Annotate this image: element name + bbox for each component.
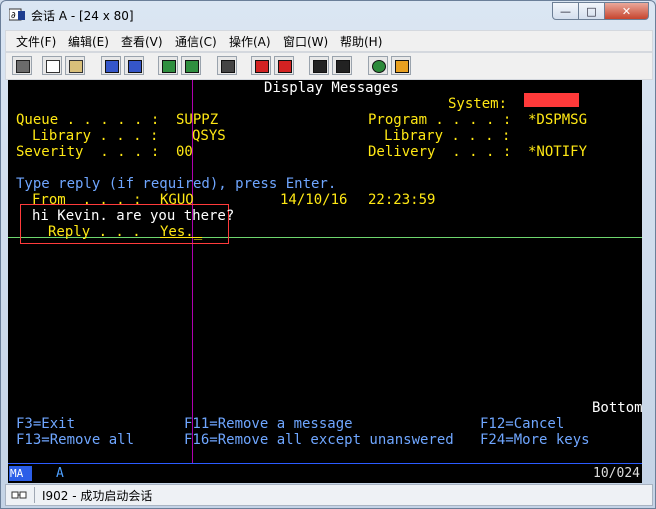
globe-help-icon[interactable] xyxy=(368,56,388,75)
menu-window[interactable]: 窗口(W) xyxy=(283,33,328,50)
menu-view[interactable]: 查看(V) xyxy=(121,33,163,50)
edit-pencil-icon[interactable] xyxy=(391,56,411,75)
menu-actions[interactable]: 操作(A) xyxy=(229,33,271,50)
f12-key[interactable]: F12=Cancel xyxy=(480,416,564,432)
severity-label: Severity . . . : xyxy=(16,144,160,160)
display-keypad-icon[interactable] xyxy=(158,56,178,75)
menu-file[interactable]: 文件(F) xyxy=(16,33,56,50)
queue-value: SUPPZ xyxy=(176,112,219,128)
print-screen-icon[interactable] xyxy=(12,56,32,75)
reply-input[interactable]: Yes._ xyxy=(160,224,202,240)
session-connected-icon xyxy=(11,491,27,499)
toolbar xyxy=(5,52,653,80)
emulator-app-icon: ∂ xyxy=(9,8,25,21)
program-value: *DSPMSG xyxy=(528,112,588,128)
receive-file-icon[interactable] xyxy=(124,56,144,75)
quick-macro-icon[interactable] xyxy=(217,56,237,75)
close-button[interactable]: ✕ xyxy=(605,2,649,20)
menu-edit[interactable]: 编辑(E) xyxy=(68,33,109,50)
status-separator xyxy=(34,487,35,503)
status-bar: I902 - 成功启动会话 xyxy=(5,484,653,506)
macro-keypad-icon[interactable] xyxy=(181,56,201,75)
severity-value: 00 xyxy=(176,144,193,160)
bottom-indicator: Bottom xyxy=(592,400,642,416)
queue-label: Queue . . . . . : xyxy=(16,112,160,128)
from-label: From . . . : xyxy=(32,192,142,208)
screen-title: Display Messages xyxy=(264,80,399,96)
menu-help[interactable]: 帮助(H) xyxy=(340,33,382,50)
cursor-position: 10/024 xyxy=(593,466,640,481)
f11-key[interactable]: F11=Remove a message xyxy=(184,416,353,432)
library-label: Library . . . : xyxy=(32,128,159,144)
window-title: 会话 A - [24 x 80] xyxy=(31,9,134,23)
paste-icon[interactable] xyxy=(65,56,85,75)
oia-mode: MA xyxy=(9,466,32,481)
f24-key[interactable]: F24=More keys xyxy=(480,432,590,448)
reply-instructions: Type reply (if required), press Enter. xyxy=(16,176,337,192)
window-controls: — □ ✕ xyxy=(552,2,649,21)
f3-key[interactable]: F3=Exit xyxy=(16,416,75,432)
record-macro-icon[interactable] xyxy=(251,56,271,75)
stop-macro-icon[interactable] xyxy=(274,56,294,75)
menu-communication[interactable]: 通信(C) xyxy=(175,33,217,50)
menu-bar: 文件(F) 编辑(E) 查看(V) 通信(C) 操作(A) 窗口(W) 帮助(H… xyxy=(5,30,653,52)
message-text: hi Kevin. are you there? xyxy=(32,208,235,224)
delivery-label: Delivery . . . : xyxy=(368,144,512,160)
operator-info-area: MA A 10/024 xyxy=(8,463,642,483)
delivery-value: *NOTIFY xyxy=(528,144,588,160)
program-library-label: Library . . . : xyxy=(384,128,511,144)
copy-icon[interactable] xyxy=(42,56,62,75)
title-bar[interactable]: ∂ 会话 A - [24 x 80] — □ ✕ xyxy=(1,1,655,29)
status-message: I902 - 成功启动会话 xyxy=(42,489,153,503)
f16-key[interactable]: F16=Remove all except unanswered xyxy=(184,432,454,448)
message-time: 22:23:59 xyxy=(368,192,436,208)
system-label: System: xyxy=(448,96,508,112)
message-date: 14/10/16 xyxy=(280,192,348,208)
svg-text:∂: ∂ xyxy=(11,11,16,21)
program-label: Program . . . . : xyxy=(368,112,512,128)
from-value: KGUO xyxy=(160,192,194,208)
maximize-button[interactable]: □ xyxy=(579,2,605,20)
pause-macro-icon[interactable] xyxy=(332,56,352,75)
terminal-screen[interactable]: Display Messages System: Queue . . . . .… xyxy=(8,80,642,463)
system-name-redacted xyxy=(524,93,579,107)
send-file-icon[interactable] xyxy=(101,56,121,75)
emulator-window: ∂ 会话 A - [24 x 80] — □ ✕ 文件(F) 编辑(E) 查看(… xyxy=(0,0,656,509)
reply-label: Reply . . . xyxy=(48,224,141,240)
minimize-button[interactable]: — xyxy=(552,2,579,20)
f13-key[interactable]: F13=Remove all xyxy=(16,432,134,448)
oia-session: A xyxy=(56,466,64,481)
play-macro-icon[interactable] xyxy=(309,56,329,75)
library-value: QSYS xyxy=(192,128,226,144)
